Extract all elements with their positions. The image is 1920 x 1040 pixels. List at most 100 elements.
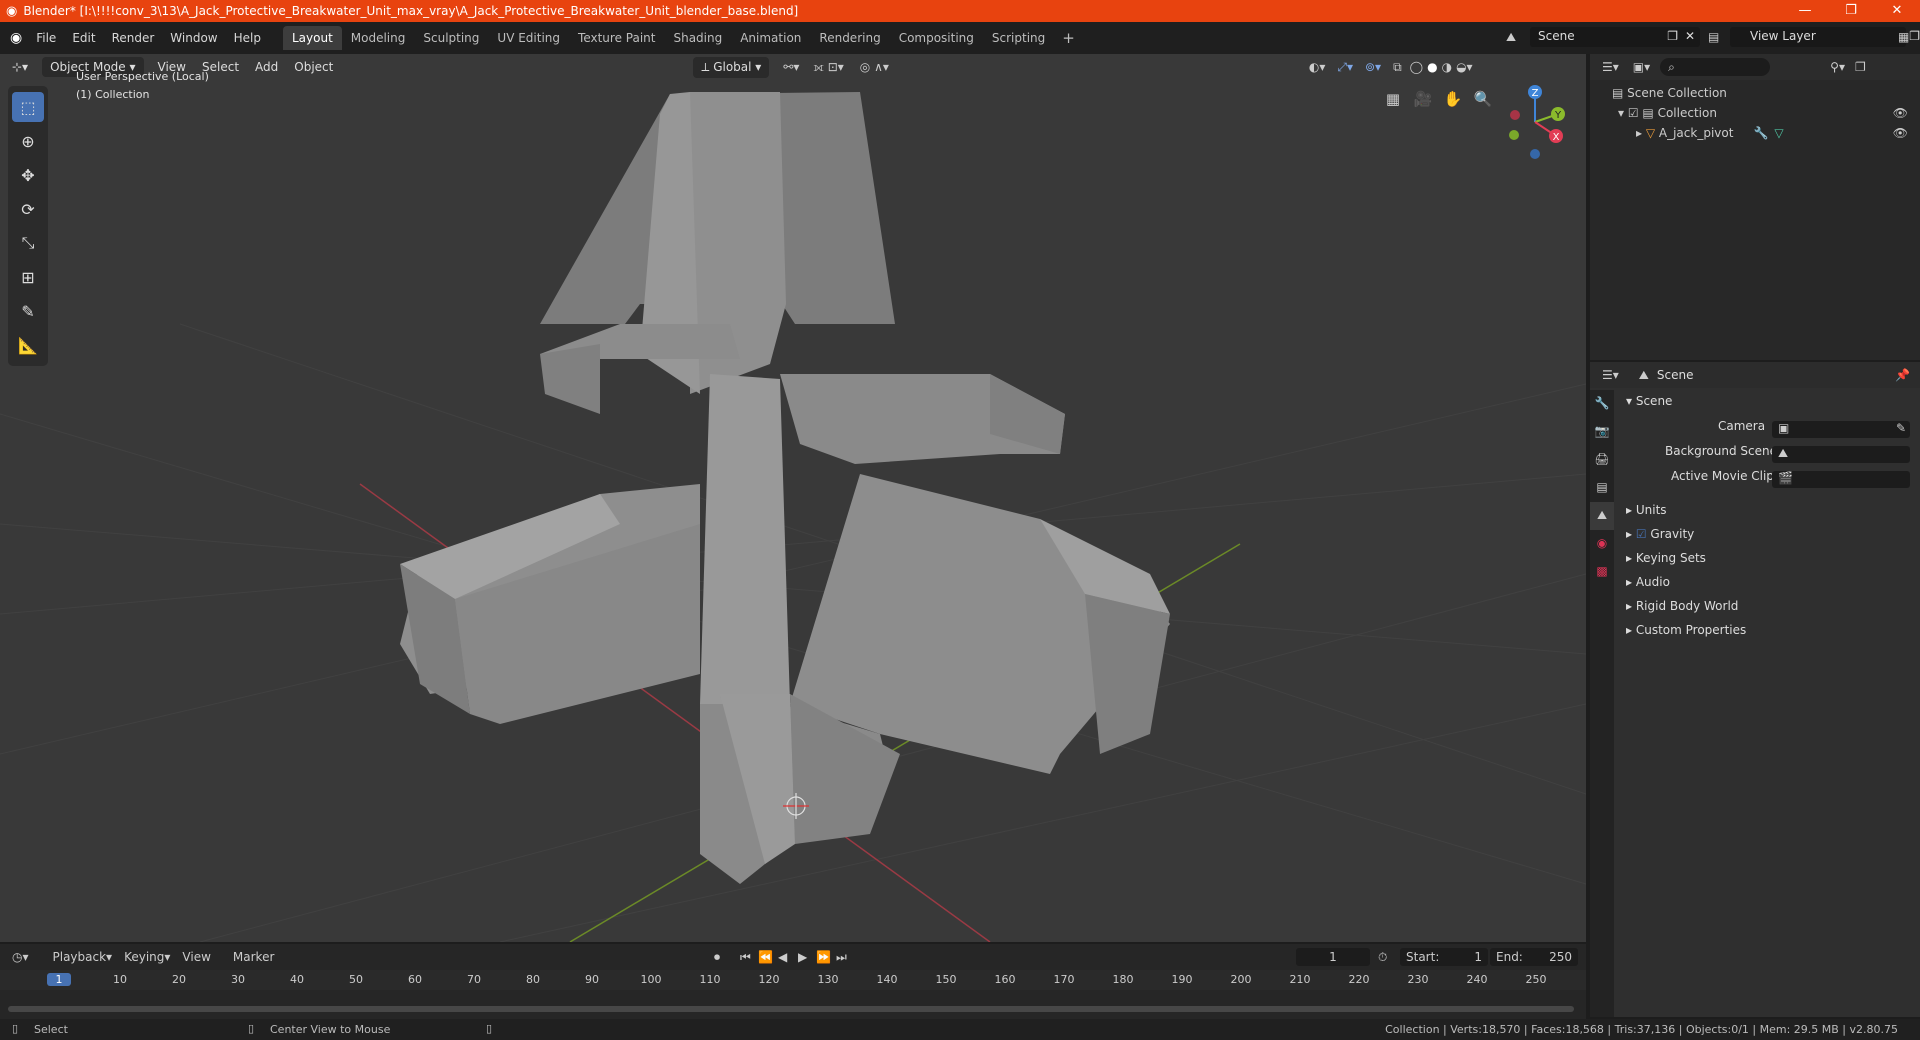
outliner-editor-icon[interactable]: ☰▾ xyxy=(1602,60,1619,74)
rendered-shading-icon[interactable]: ◒▾ xyxy=(1456,60,1473,74)
outliner-scene-collection[interactable]: ▤ Scene Collection xyxy=(1612,86,1727,100)
frame-ruler[interactable]: 1 10 20 30 40 50 60 70 80 90 100 110 120 130 140 150 160… xyxy=(0,970,1586,990)
pan-hand-icon[interactable]: ✋ xyxy=(1440,86,1466,112)
tab-compositing[interactable]: Compositing xyxy=(890,26,983,50)
expand-arrow-icon[interactable]: ▾ xyxy=(1618,106,1628,120)
remove-scene-icon[interactable]: ✕ xyxy=(1685,29,1695,43)
end-field[interactable]: End: 250 xyxy=(1490,948,1578,966)
menu-file[interactable]: File xyxy=(28,31,64,45)
gravity-panel[interactable]: ▸ ☑ Gravity xyxy=(1626,527,1694,541)
tool-tab-icon[interactable]: 🔧 xyxy=(1590,390,1614,418)
close-button[interactable]: ✕ xyxy=(1874,0,1920,22)
proportional-edit-icon[interactable]: ◎ ∧▾ xyxy=(860,60,889,74)
outliner-object-row[interactable]: ▸ ▽ A_jack_pivot 🔧 ▽ xyxy=(1636,126,1784,140)
pivot-icon[interactable]: ⚯▾ xyxy=(783,60,799,74)
viewport-3d[interactable]: ⊹▾ Object Mode ▾ View Select Add Object … xyxy=(0,54,1586,942)
solid-shading-icon[interactable]: ● xyxy=(1427,60,1437,74)
overlay-toggle-icon[interactable]: ⊚▾ xyxy=(1365,60,1381,74)
gravity-checkbox[interactable]: ☑ xyxy=(1636,527,1651,541)
camera-view-icon[interactable]: 🎥 xyxy=(1410,86,1436,112)
view-layer-icon[interactable]: ▤ xyxy=(1708,30,1719,44)
tab-sculpting[interactable]: Sculpting xyxy=(414,26,488,50)
outliner-collection-row[interactable]: ▾ ☑ ▤ Collection xyxy=(1618,106,1717,120)
rotate-tool-icon[interactable]: ⟳ xyxy=(12,194,44,224)
new-collection-icon[interactable]: ❐ xyxy=(1855,60,1866,74)
zoom-icon[interactable]: 🔍 xyxy=(1470,86,1496,112)
menu-object[interactable]: Object xyxy=(294,60,333,74)
menu-window[interactable]: Window xyxy=(162,31,225,45)
remove-view-layer-icon[interactable]: ▦ xyxy=(1898,30,1909,44)
audio-panel[interactable]: ▸ Audio xyxy=(1626,575,1670,589)
tab-uv-editing[interactable]: UV Editing xyxy=(488,26,569,50)
measure-tool-icon[interactable]: 📐 xyxy=(12,330,44,360)
collection-visibility-eye-icon[interactable]: 👁 xyxy=(1893,106,1908,120)
jump-end-icon[interactable]: ⏭ xyxy=(836,950,847,965)
playback-menu[interactable]: Playback xyxy=(53,950,107,964)
menu-help[interactable]: Help xyxy=(226,31,269,45)
material-shading-icon[interactable]: ◑ xyxy=(1442,60,1452,74)
jump-start-icon[interactable]: ⏮ xyxy=(740,950,751,965)
tab-rendering[interactable]: Rendering xyxy=(810,26,889,50)
orientation-dropdown[interactable]: ⟂ Global ▾ xyxy=(693,56,770,78)
scene-panel-header[interactable]: ▾ Scene xyxy=(1626,394,1672,408)
grid-view-icon[interactable]: ▦ xyxy=(1380,86,1406,112)
editor-type-icon[interactable]: ⊹▾ xyxy=(12,60,28,74)
timeline-scrollbar[interactable] xyxy=(8,1006,1574,1012)
active-movie-clip-field[interactable]: 🎬 xyxy=(1772,471,1910,488)
scene-selector[interactable]: Scene ❐ ✕ xyxy=(1530,27,1700,47)
render-tab-icon[interactable]: 📷 xyxy=(1590,418,1614,446)
transform-tool-icon[interactable]: ⊞ xyxy=(12,262,44,292)
record-button-icon[interactable]: ⏺ xyxy=(714,950,720,965)
units-panel[interactable]: ▸ Units xyxy=(1626,503,1667,517)
pin-icon[interactable]: 📌 xyxy=(1895,368,1910,382)
tab-animation[interactable]: Animation xyxy=(731,26,810,50)
new-view-layer-icon[interactable]: ❐ xyxy=(1909,29,1920,43)
new-scene-icon[interactable]: ❐ xyxy=(1667,29,1678,43)
rigid-body-world-panel[interactable]: ▸ Rigid Body World xyxy=(1626,599,1738,613)
object-visibility-eye-icon[interactable]: 👁 xyxy=(1893,126,1908,140)
wireframe-shading-icon[interactable]: ◯ xyxy=(1410,60,1423,74)
texture-tab-icon[interactable]: ▩ xyxy=(1590,558,1614,586)
gizmo-neg-z[interactable] xyxy=(1530,149,1540,159)
output-tab-icon[interactable]: 🖨 xyxy=(1590,446,1614,474)
stopwatch-icon[interactable]: ⏱ xyxy=(1378,950,1387,965)
visibility-icon[interactable]: ◐▾ xyxy=(1309,60,1326,74)
blender-menu-icon[interactable]: ◉ xyxy=(10,30,22,46)
keying-menu[interactable]: Keying xyxy=(124,950,164,964)
cursor-tool-icon[interactable]: ⊕ xyxy=(12,126,44,156)
object-arrow-icon[interactable]: ▸ xyxy=(1636,126,1646,140)
timeline-view-menu[interactable]: View xyxy=(182,950,210,964)
keying-sets-panel[interactable]: ▸ Keying Sets xyxy=(1626,551,1706,565)
navigation-gizmo[interactable]: Z Y X xyxy=(1500,82,1570,162)
eyedropper-icon[interactable]: ✎ xyxy=(1896,421,1906,435)
tab-shading[interactable]: Shading xyxy=(664,26,731,50)
scale-tool-icon[interactable]: ⤡ xyxy=(12,228,44,258)
outliner-search[interactable]: ⌕ xyxy=(1660,58,1771,76)
minimize-button[interactable]: — xyxy=(1782,0,1828,22)
display-mode-icon[interactable]: ▣▾ xyxy=(1633,60,1650,74)
current-frame-field[interactable]: 1 xyxy=(1296,948,1370,966)
play-icon[interactable]: ▶ xyxy=(798,950,807,964)
move-tool-icon[interactable]: ✥ xyxy=(12,160,44,190)
next-keyframe-icon[interactable]: ⏩ xyxy=(816,950,831,964)
marker-menu[interactable]: Marker xyxy=(233,950,274,964)
snap-icon[interactable]: ⟗ ⊡▾ xyxy=(813,60,843,75)
menu-render[interactable]: Render xyxy=(104,31,163,45)
gizmo-neg-x[interactable] xyxy=(1510,110,1520,120)
view-layer-tab-icon[interactable]: ▤ xyxy=(1590,474,1614,502)
jack-mesh[interactable] xyxy=(400,92,1170,884)
background-scene-field[interactable]: ⛰ xyxy=(1772,446,1910,463)
custom-properties-panel[interactable]: ▸ Custom Properties xyxy=(1626,623,1746,637)
checkbox-icon[interactable]: ☑ xyxy=(1628,106,1643,120)
camera-field[interactable]: ▣ ✎ xyxy=(1772,421,1910,438)
start-field[interactable]: Start: 1 xyxy=(1400,948,1488,966)
play-reverse-icon[interactable]: ◀ xyxy=(778,950,787,964)
tab-texture-paint[interactable]: Texture Paint xyxy=(569,26,664,50)
timeline-editor-icon[interactable]: ◷▾ xyxy=(12,950,29,964)
add-workspace-button[interactable]: + xyxy=(1054,26,1083,50)
scene-tab-icon[interactable]: ⛰ xyxy=(1590,502,1614,530)
prev-keyframe-icon[interactable]: ⏪ xyxy=(758,950,773,964)
tab-modeling[interactable]: Modeling xyxy=(342,26,415,50)
menu-edit[interactable]: Edit xyxy=(64,31,103,45)
properties-editor-icon[interactable]: ☰▾ xyxy=(1602,368,1619,382)
